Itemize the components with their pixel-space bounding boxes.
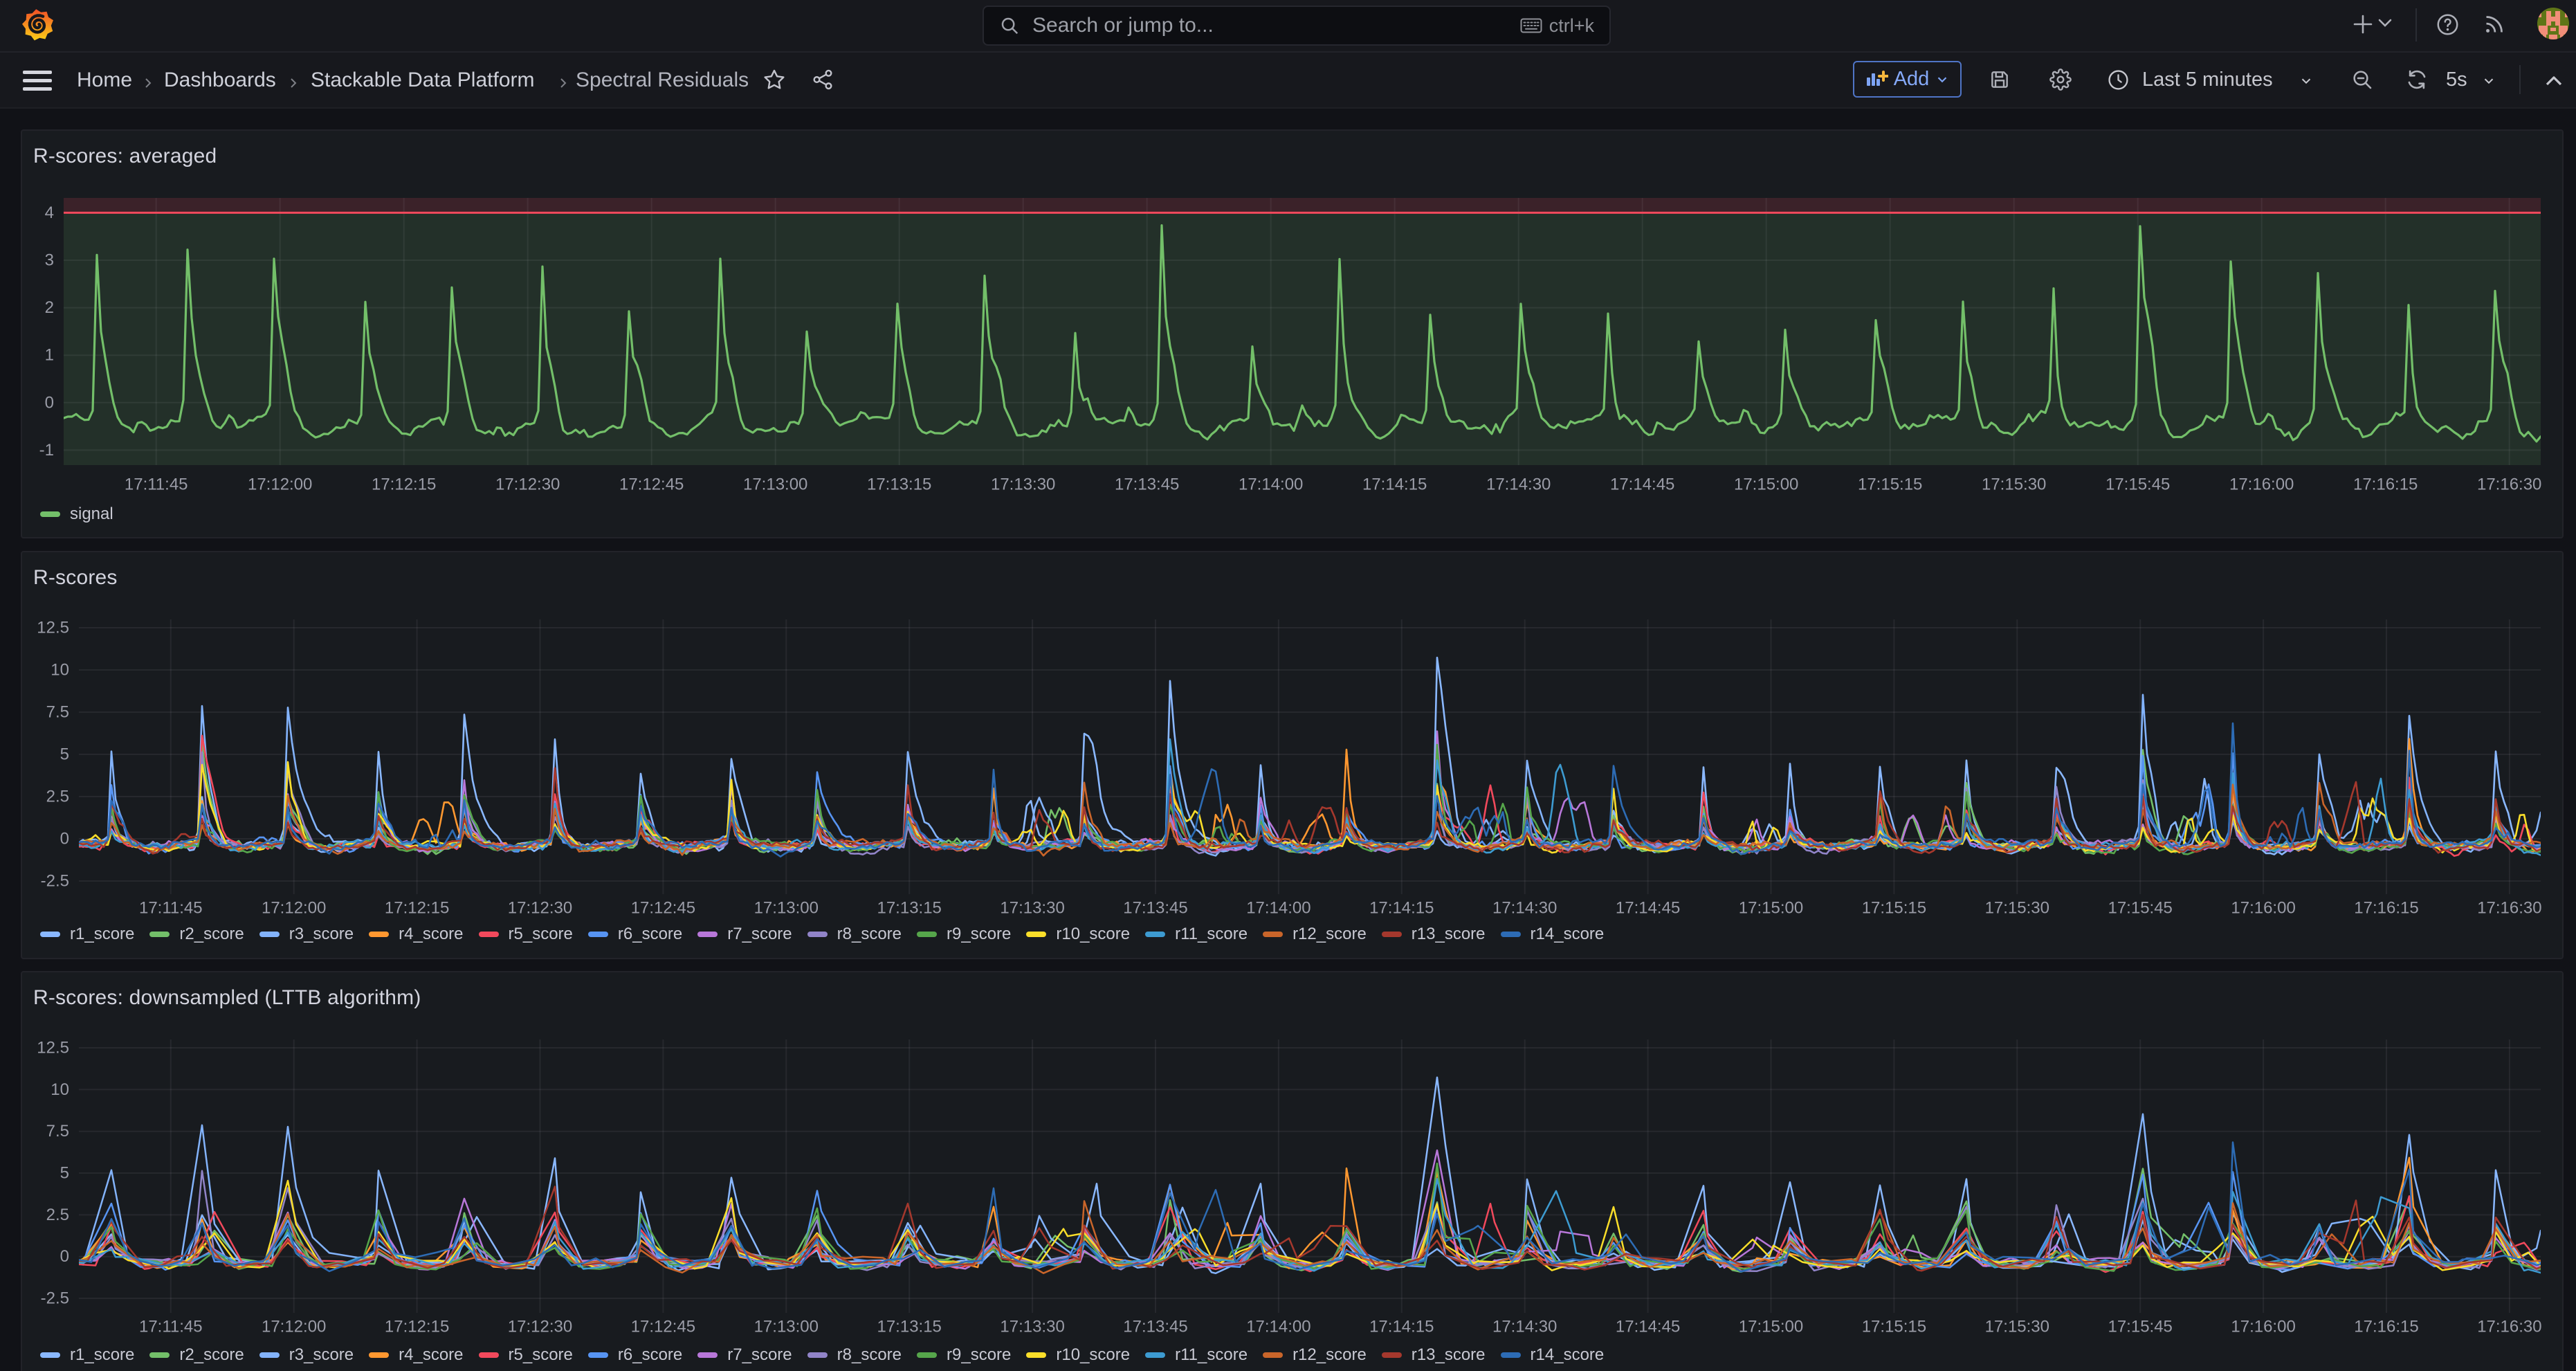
svg-text:17:16:30: 17:16:30 xyxy=(2477,1318,2541,1336)
svg-text:17:12:30: 17:12:30 xyxy=(508,1318,572,1336)
svg-text:7.5: 7.5 xyxy=(46,703,69,722)
svg-text:17:16:30: 17:16:30 xyxy=(2477,475,2541,494)
svg-text:17:12:00: 17:12:00 xyxy=(262,1318,326,1336)
svg-text:17:14:00: 17:14:00 xyxy=(1246,1318,1310,1336)
svg-text:17:14:00: 17:14:00 xyxy=(1246,899,1310,918)
svg-text:17:12:15: 17:12:15 xyxy=(385,1318,449,1336)
svg-text:-2.5: -2.5 xyxy=(41,872,69,891)
svg-text:17:15:45: 17:15:45 xyxy=(2108,1318,2172,1336)
svg-text:17:13:00: 17:13:00 xyxy=(754,899,819,918)
svg-text:17:13:30: 17:13:30 xyxy=(1000,899,1064,918)
svg-text:17:15:45: 17:15:45 xyxy=(2108,899,2172,918)
svg-text:17:15:15: 17:15:15 xyxy=(1858,475,1922,494)
svg-text:17:15:00: 17:15:00 xyxy=(1739,899,1803,918)
svg-text:17:15:00: 17:15:00 xyxy=(1734,475,1798,494)
svg-text:17:13:15: 17:13:15 xyxy=(877,899,941,918)
svg-text:17:13:45: 17:13:45 xyxy=(1115,475,1179,494)
svg-text:17:16:15: 17:16:15 xyxy=(2354,1318,2418,1336)
svg-text:7.5: 7.5 xyxy=(46,1122,69,1141)
svg-text:17:16:00: 17:16:00 xyxy=(2231,1318,2295,1336)
svg-text:17:14:00: 17:14:00 xyxy=(1239,475,1303,494)
svg-text:17:12:30: 17:12:30 xyxy=(495,475,560,494)
svg-text:12.5: 12.5 xyxy=(37,1039,69,1057)
svg-text:17:14:15: 17:14:15 xyxy=(1369,899,1434,918)
svg-text:17:11:45: 17:11:45 xyxy=(139,899,203,918)
svg-text:17:13:30: 17:13:30 xyxy=(991,475,1055,494)
svg-text:17:16:15: 17:16:15 xyxy=(2354,899,2418,918)
svg-text:-2.5: -2.5 xyxy=(41,1289,69,1308)
svg-text:17:13:00: 17:13:00 xyxy=(754,1318,819,1336)
svg-text:17:14:30: 17:14:30 xyxy=(1492,899,1557,918)
svg-text:3: 3 xyxy=(45,251,54,270)
svg-text:17:12:00: 17:12:00 xyxy=(262,899,326,918)
svg-text:17:12:45: 17:12:45 xyxy=(619,475,684,494)
svg-text:17:16:30: 17:16:30 xyxy=(2477,899,2541,918)
svg-text:4: 4 xyxy=(45,203,54,222)
svg-text:12.5: 12.5 xyxy=(37,619,69,637)
svg-text:17:15:45: 17:15:45 xyxy=(2105,475,2170,494)
svg-text:17:13:15: 17:13:15 xyxy=(877,1318,941,1336)
svg-text:17:14:30: 17:14:30 xyxy=(1486,475,1551,494)
svg-text:17:16:00: 17:16:00 xyxy=(2231,899,2295,918)
svg-text:17:15:15: 17:15:15 xyxy=(1862,1318,1926,1336)
svg-text:10: 10 xyxy=(51,1080,69,1099)
svg-text:17:11:45: 17:11:45 xyxy=(125,475,188,494)
svg-text:17:14:30: 17:14:30 xyxy=(1492,1318,1557,1336)
svg-text:17:13:00: 17:13:00 xyxy=(743,475,807,494)
svg-text:2.5: 2.5 xyxy=(46,788,69,806)
svg-text:17:14:15: 17:14:15 xyxy=(1369,1318,1434,1336)
svg-text:17:16:00: 17:16:00 xyxy=(2229,475,2294,494)
svg-text:5: 5 xyxy=(60,745,69,764)
svg-text:17:15:30: 17:15:30 xyxy=(1985,1318,2049,1336)
svg-text:17:14:45: 17:14:45 xyxy=(1616,1318,1680,1336)
svg-text:17:15:30: 17:15:30 xyxy=(1982,475,2046,494)
svg-text:17:13:45: 17:13:45 xyxy=(1123,1318,1187,1336)
svg-text:17:14:45: 17:14:45 xyxy=(1610,475,1674,494)
svg-text:17:12:00: 17:12:00 xyxy=(248,475,312,494)
svg-text:5: 5 xyxy=(60,1164,69,1183)
svg-text:10: 10 xyxy=(51,661,69,680)
svg-text:17:12:15: 17:12:15 xyxy=(372,475,436,494)
svg-text:2.5: 2.5 xyxy=(46,1206,69,1224)
svg-text:17:13:15: 17:13:15 xyxy=(867,475,931,494)
svg-text:17:13:30: 17:13:30 xyxy=(1000,1318,1064,1336)
svg-text:0: 0 xyxy=(60,830,69,848)
svg-text:17:15:00: 17:15:00 xyxy=(1739,1318,1803,1336)
svg-text:17:14:45: 17:14:45 xyxy=(1616,899,1680,918)
svg-text:17:14:15: 17:14:15 xyxy=(1362,475,1427,494)
svg-text:17:12:30: 17:12:30 xyxy=(508,899,572,918)
svg-text:17:15:15: 17:15:15 xyxy=(1862,899,1926,918)
svg-text:17:12:45: 17:12:45 xyxy=(631,1318,695,1336)
svg-text:-1: -1 xyxy=(39,441,54,460)
svg-text:0: 0 xyxy=(60,1247,69,1266)
svg-text:0: 0 xyxy=(45,393,54,412)
svg-text:17:11:45: 17:11:45 xyxy=(139,1318,203,1336)
svg-text:2: 2 xyxy=(45,298,54,317)
svg-text:17:12:15: 17:12:15 xyxy=(385,899,449,918)
svg-text:17:15:30: 17:15:30 xyxy=(1985,899,2049,918)
svg-text:1: 1 xyxy=(45,346,54,365)
svg-text:17:16:15: 17:16:15 xyxy=(2353,475,2418,494)
svg-text:17:12:45: 17:12:45 xyxy=(631,899,695,918)
svg-text:17:13:45: 17:13:45 xyxy=(1123,899,1187,918)
